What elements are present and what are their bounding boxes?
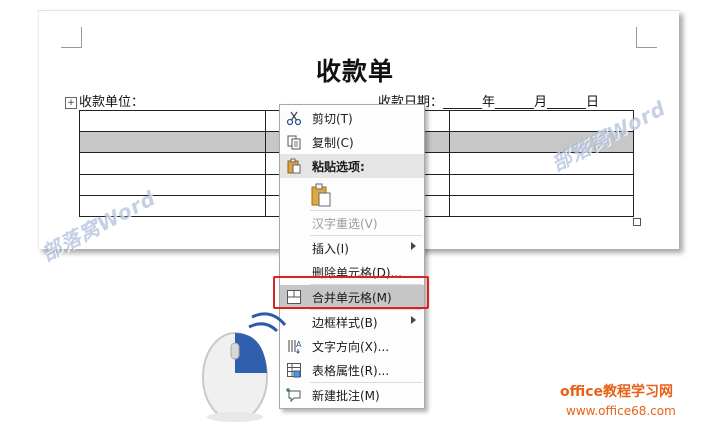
menu-item-label: 粘贴选项: xyxy=(312,160,365,174)
site-title: office教程学习网 xyxy=(560,384,674,400)
paste-keep-format-icon xyxy=(310,183,332,207)
menu-item-label: 表格属性(R)... xyxy=(312,364,390,378)
table-cell[interactable] xyxy=(79,173,266,196)
cut-icon xyxy=(286,110,302,126)
menu-item-text-direction[interactable]: A 文字方向(X)... xyxy=(280,334,424,358)
menu-item-label: 复制(C) xyxy=(312,136,354,150)
payer-label: 收款单位： xyxy=(79,95,145,110)
mouse-right-click-icon xyxy=(195,305,290,425)
paste-keep-format-button[interactable] xyxy=(280,179,424,209)
svg-text:A: A xyxy=(296,340,302,349)
menu-item-table-properties[interactable]: 表格属性(R)... xyxy=(280,358,424,382)
table-cell-selected[interactable] xyxy=(79,131,266,154)
menu-item-label: 剪切(T) xyxy=(312,112,353,126)
menu-item-reconvert: 汉字重选(V) xyxy=(280,211,424,235)
table-cell[interactable] xyxy=(449,194,634,218)
page-corner-mark xyxy=(636,27,657,48)
menu-item-insert[interactable]: 插入(I) xyxy=(280,236,424,260)
paste-icon xyxy=(286,158,302,174)
context-menu: 剪切(T) 复制(C) 粘贴选项: 汉字重选(V) 插入(I) 删除单元格(D)… xyxy=(279,104,425,409)
menu-item-label: 汉字重选(V) xyxy=(312,217,378,231)
submenu-arrow-icon xyxy=(411,242,416,250)
table-resize-handle[interactable] xyxy=(633,218,641,226)
menu-item-border-styles[interactable]: 边框样式(B) xyxy=(280,310,424,334)
table-cell[interactable] xyxy=(449,152,634,175)
menu-item-new-comment[interactable]: 新建批注(M) xyxy=(280,383,424,407)
menu-item-label: 新建批注(M) xyxy=(312,389,380,403)
menu-item-label: 边框样式(B) xyxy=(312,316,378,330)
page-corner-mark xyxy=(61,27,82,48)
table-cell[interactable] xyxy=(265,152,280,175)
merge-cells-highlight-frame xyxy=(273,276,429,309)
table-cell[interactable] xyxy=(79,109,266,133)
table-cell[interactable] xyxy=(265,109,280,133)
document-title: 收款单 xyxy=(315,57,394,86)
table-cell[interactable] xyxy=(265,194,280,218)
menu-item-cut[interactable]: 剪切(T) xyxy=(280,106,424,130)
paste-options-header: 粘贴选项: xyxy=(280,154,424,178)
menu-item-copy[interactable]: 复制(C) xyxy=(280,130,424,154)
site-url: www.office68.com xyxy=(566,404,676,418)
submenu-arrow-icon xyxy=(411,316,416,324)
table-cell[interactable] xyxy=(265,173,280,196)
table-cell[interactable] xyxy=(79,152,266,175)
menu-item-label: 文字方向(X)... xyxy=(312,340,390,354)
menu-item-label: 插入(I) xyxy=(312,242,349,256)
copy-icon xyxy=(286,134,302,150)
table-move-handle-icon[interactable]: + xyxy=(65,97,77,109)
table-cell[interactable] xyxy=(449,173,634,196)
table-cell-selected[interactable] xyxy=(265,131,280,154)
